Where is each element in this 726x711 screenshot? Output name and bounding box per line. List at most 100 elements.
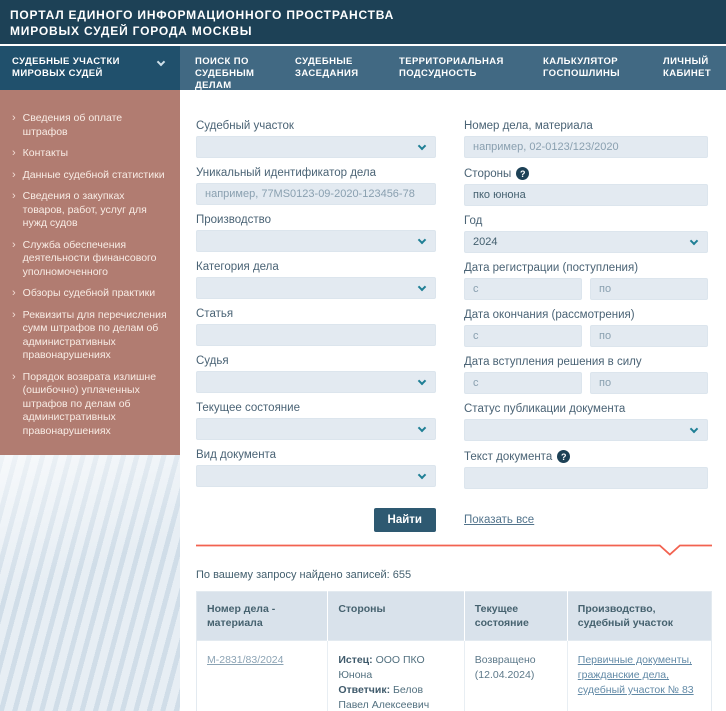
sidebar-item-label: Сведения о закупках товаров, работ, услу… bbox=[23, 190, 168, 231]
publication-status-select[interactable] bbox=[464, 419, 708, 441]
sidebar-item-fine-requisites[interactable]: › Реквизиты для перечисления сумм штрафо… bbox=[12, 309, 168, 363]
year-selected-value: 2024 bbox=[473, 236, 497, 248]
nav-tab-case-search[interactable]: ПОИСК ПО СУДЕБНЫМ ДЕЛАМ bbox=[180, 46, 280, 90]
article-label: Статья bbox=[196, 308, 436, 320]
sidebar-item-fines-payment[interactable]: › Сведения об оплате штрафов bbox=[12, 112, 168, 139]
case-number-label: Номер дела, материала bbox=[464, 120, 708, 132]
sidebar-item-fine-refund[interactable]: › Порядок возврата излишне (ошибочно) уп… bbox=[12, 371, 168, 439]
help-icon[interactable]: ? bbox=[516, 167, 529, 180]
chevron-down-icon bbox=[418, 141, 426, 149]
chevron-right-icon: › bbox=[12, 112, 16, 139]
col-header-parties: Стороны bbox=[328, 592, 464, 641]
form-right-column: Номер дела, материала Стороны ? Год 2 bbox=[464, 120, 708, 498]
search-button[interactable]: Найти bbox=[374, 508, 436, 532]
nav-tab-label: СУДЕБНЫЕ УЧАСТКИ МИРОВЫХ СУДЕЙ bbox=[12, 56, 120, 79]
sidebar-item-procurement[interactable]: › Сведения о закупках товаров, работ, ус… bbox=[12, 190, 168, 231]
sidebar-item-contacts[interactable]: › Контакты bbox=[12, 147, 168, 161]
publication-status-label: Статус публикации документа bbox=[464, 403, 708, 415]
chevron-down-icon bbox=[418, 282, 426, 290]
sidebar-item-label: Служба обеспечения деятельности финансов… bbox=[23, 239, 168, 280]
sidebar-item-ombudsman-service[interactable]: › Служба обеспечения деятельности финанс… bbox=[12, 239, 168, 280]
chevron-down-icon bbox=[418, 423, 426, 431]
sidebar-item-label: Контакты bbox=[23, 147, 68, 161]
nav-tab-label: КАЛЬКУЛЯТОР ГОСПОШЛИНЫ bbox=[543, 56, 620, 79]
page: ПОРТАЛ ЕДИНОГО ИНФОРМАЦИОННОГО ПРОСТРАНС… bbox=[0, 0, 726, 711]
nav-tab-label: ЛИЧНЫЙ КАБИНЕТ bbox=[663, 56, 711, 79]
col-header-state: Текущее состояние bbox=[464, 592, 567, 641]
chevron-right-icon: › bbox=[12, 147, 16, 161]
judge-select[interactable] bbox=[196, 371, 436, 393]
nav-tab-court-sections[interactable]: СУДЕБНЫЕ УЧАСТКИ МИРОВЫХ СУДЕЙ bbox=[0, 46, 180, 90]
registration-date-label: Дата регистрации (поступления) bbox=[464, 262, 708, 274]
case-number-input[interactable] bbox=[464, 136, 708, 158]
chevron-right-icon: › bbox=[12, 371, 16, 439]
force-date-label: Дата вступления решения в силу bbox=[464, 356, 708, 368]
sidebar-menu: › Сведения об оплате штрафов › Контакты … bbox=[0, 90, 180, 455]
case-number-link[interactable]: М-2831/83/2024 bbox=[207, 654, 283, 666]
sidebar: › Сведения об оплате штрафов › Контакты … bbox=[0, 90, 180, 711]
chevron-down-icon bbox=[418, 376, 426, 384]
doc-text-input[interactable] bbox=[464, 467, 708, 489]
sidebar-item-label: Данные судебной статистики bbox=[23, 169, 165, 183]
nav-tab-label: СУДЕБНЫЕ ЗАСЕДАНИЯ bbox=[295, 56, 359, 79]
end-date-label: Дата окончания (рассмотрения) bbox=[464, 309, 708, 321]
site-title-line2: МИРОВЫХ СУДЕЙ ГОРОДА МОСКВЫ bbox=[10, 23, 726, 39]
nav-tab-territorial[interactable]: ТЕРРИТОРИАЛЬНАЯ ПОДСУДНОСТЬ bbox=[384, 46, 528, 90]
defendant-label: Ответчик: bbox=[338, 684, 390, 696]
col-header-case-number[interactable]: Номер дела - материала bbox=[197, 592, 328, 641]
collapse-divider bbox=[196, 544, 712, 557]
sidebar-item-statistics[interactable]: › Данные судебной статистики bbox=[12, 169, 168, 183]
sidebar-item-practice-reviews[interactable]: › Обзоры судебной практики bbox=[12, 287, 168, 301]
end-date-to-input[interactable] bbox=[590, 325, 708, 347]
article-input[interactable] bbox=[196, 324, 436, 346]
sidebar-item-label: Реквизиты для перечисления сумм штрафов … bbox=[23, 309, 168, 363]
nav-tab-fee-calculator[interactable]: КАЛЬКУЛЯТОР ГОСПОШЛИНЫ bbox=[528, 46, 648, 90]
show-all-link[interactable]: Показать все bbox=[464, 514, 708, 526]
sidebar-item-label: Сведения об оплате штрафов bbox=[23, 112, 168, 139]
results-table: Номер дела - материала Стороны Текущее с… bbox=[196, 591, 712, 711]
registration-date-to-input[interactable] bbox=[590, 278, 708, 300]
nav-tab-personal-cabinet[interactable]: ЛИЧНЫЙ КАБИНЕТ bbox=[648, 46, 726, 90]
sidebar-item-label: Порядок возврата излишне (ошибочно) упла… bbox=[23, 371, 168, 439]
force-date-from-input[interactable] bbox=[464, 372, 582, 394]
doc-type-select[interactable] bbox=[196, 465, 436, 487]
chevron-right-icon: › bbox=[12, 309, 16, 363]
chevron-down-icon bbox=[157, 58, 165, 66]
chevron-right-icon: › bbox=[12, 239, 16, 280]
current-state-select[interactable] bbox=[196, 418, 436, 440]
court-section-select[interactable] bbox=[196, 136, 436, 158]
main-nav: СУДЕБНЫЕ УЧАСТКИ МИРОВЫХ СУДЕЙ ПОИСК ПО … bbox=[0, 46, 726, 90]
form-left-column: Судебный участок Уникальный идентификато… bbox=[196, 120, 436, 498]
doc-text-label-text: Текст документа bbox=[464, 451, 552, 463]
results-summary: По вашему запросу найдено записей: 655 bbox=[196, 569, 712, 581]
doc-text-label: Текст документа ? bbox=[464, 450, 708, 463]
parties-input[interactable] bbox=[464, 184, 708, 206]
current-state-label: Текущее состояние bbox=[196, 402, 436, 414]
nav-tab-label: ПОИСК ПО СУДЕБНЫМ ДЕЛАМ bbox=[195, 56, 254, 91]
chevron-right-icon: › bbox=[12, 190, 16, 231]
case-uid-label: Уникальный идентификатор дела bbox=[196, 167, 436, 179]
production-link[interactable]: Первичные документы, гражданские дела, с… bbox=[578, 653, 701, 698]
case-category-label: Категория дела bbox=[196, 261, 436, 273]
site-header: ПОРТАЛ ЕДИНОГО ИНФОРМАЦИОННОГО ПРОСТРАНС… bbox=[0, 0, 726, 46]
plaintiff-label: Истец: bbox=[338, 654, 372, 666]
registration-date-from-input[interactable] bbox=[464, 278, 582, 300]
force-date-to-input[interactable] bbox=[590, 372, 708, 394]
chevron-right-icon: › bbox=[12, 169, 16, 183]
nav-tab-sessions[interactable]: СУДЕБНЫЕ ЗАСЕДАНИЯ bbox=[280, 46, 384, 90]
col-header-production: Производство, судебный участок bbox=[567, 592, 711, 641]
end-date-from-input[interactable] bbox=[464, 325, 582, 347]
court-section-label: Судебный участок bbox=[196, 120, 436, 132]
parties-label-text: Стороны bbox=[464, 168, 511, 180]
case-state: Возвращено (12.04.2024) bbox=[475, 654, 536, 681]
year-select[interactable]: 2024 bbox=[464, 231, 708, 253]
background-photo bbox=[0, 455, 180, 711]
proceeding-select[interactable] bbox=[196, 230, 436, 252]
help-icon[interactable]: ? bbox=[557, 450, 570, 463]
case-uid-input[interactable] bbox=[196, 183, 436, 205]
table-row: М-2831/83/2024 Истец: ООО ПКО Юнона Отве… bbox=[197, 641, 712, 711]
chevron-right-icon: › bbox=[12, 287, 16, 301]
case-category-select[interactable] bbox=[196, 277, 436, 299]
search-form-section: Судебный участок Уникальный идентификато… bbox=[180, 90, 726, 711]
chevron-down-icon bbox=[418, 235, 426, 243]
